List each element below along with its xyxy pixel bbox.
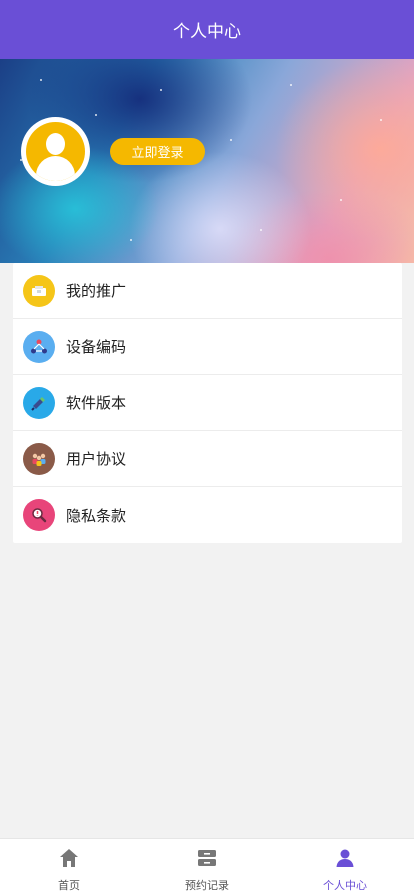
- tab-label: 首页: [58, 879, 80, 892]
- bottom-tab-bar: 首页 预约记录 个人中心: [0, 838, 414, 896]
- menu-item-label: 隐私条款: [66, 506, 127, 525]
- menu-item-device-code[interactable]: 设备编码: [13, 319, 402, 375]
- person-icon: [334, 847, 356, 873]
- menu-list: 我的推广 设备编码 软件版本 用户协议 隐私条款: [13, 263, 402, 543]
- menu-item-promotion[interactable]: 我的推广: [13, 263, 402, 319]
- menu-item-label: 我的推广: [66, 282, 127, 300]
- home-icon: [58, 847, 80, 873]
- header-bar: 个人中心: [0, 0, 414, 59]
- tab-label: 预约记录: [185, 879, 229, 892]
- page-title: 个人中心: [173, 22, 241, 42]
- avatar-user-icon: [26, 122, 85, 181]
- records-icon: [196, 847, 218, 873]
- menu-item-label: 设备编码: [66, 338, 127, 356]
- user-agreement-icon: [23, 442, 55, 475]
- login-button[interactable]: 立即登录: [110, 138, 205, 165]
- promotion-icon: [23, 274, 55, 307]
- device-code-icon: [23, 330, 55, 363]
- privacy-policy-icon: [23, 499, 55, 531]
- menu-item-user-agreement[interactable]: 用户协议: [13, 431, 402, 487]
- tab-records[interactable]: 预约记录: [138, 839, 276, 896]
- menu-item-label: 用户协议: [66, 450, 127, 468]
- tab-home[interactable]: 首页: [0, 839, 138, 896]
- menu-item-software-version[interactable]: 软件版本: [13, 375, 402, 431]
- avatar[interactable]: [21, 117, 90, 186]
- software-version-icon: [23, 386, 55, 419]
- tab-profile[interactable]: 个人中心: [276, 839, 414, 896]
- menu-item-privacy-policy[interactable]: 隐私条款: [13, 487, 402, 543]
- menu-item-label: 软件版本: [66, 394, 127, 412]
- tab-label: 个人中心: [323, 879, 367, 892]
